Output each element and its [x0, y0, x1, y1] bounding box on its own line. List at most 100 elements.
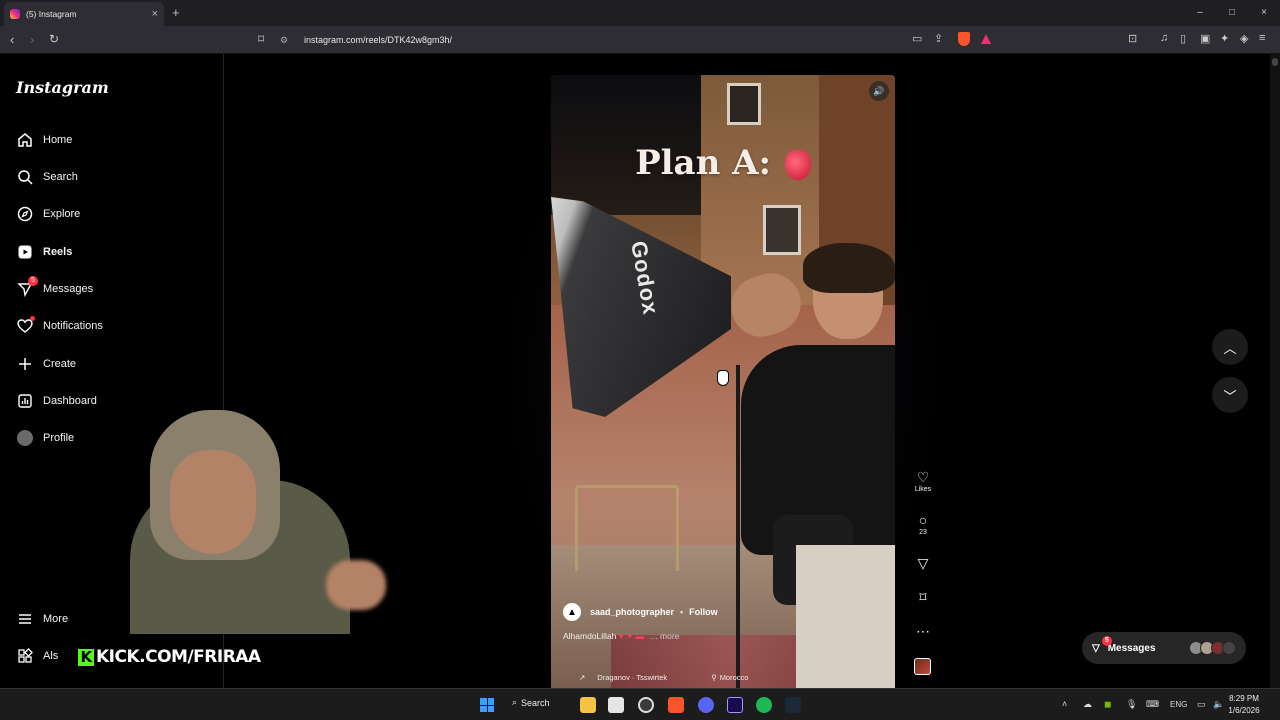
save-button[interactable]: ⌑ [908, 588, 938, 606]
sidebar-item-label: Als [43, 650, 59, 662]
tab-close-icon[interactable]: × [152, 8, 158, 20]
brave-shields-icon[interactable] [958, 32, 970, 46]
author-row: ▲ saad_photographer • Follow [563, 603, 883, 621]
sidebar-item-home[interactable]: Home [16, 128, 72, 152]
messages-badge: 5 [28, 276, 38, 286]
sidebar-item-also-from-meta[interactable]: Als [16, 644, 58, 668]
previous-reel-button[interactable]: ︿ [1212, 329, 1248, 365]
menu-icon[interactable]: ≡ [1259, 32, 1265, 44]
webcam-overlay [130, 410, 396, 634]
sidebar-item-label: Messages [43, 283, 94, 295]
author-avatar[interactable]: ▲ [563, 603, 581, 621]
chevron-down-icon: ﹀ [1223, 388, 1237, 404]
search-icon: ⌕ [512, 697, 518, 707]
messages-pill[interactable]: ▽ 5 Messages [1082, 632, 1246, 664]
back-icon[interactable]: ‹ [10, 32, 14, 47]
separator: • [680, 607, 684, 617]
location-label[interactable]: Morocco [720, 673, 749, 682]
minimize-button[interactable]: – [1184, 0, 1216, 26]
screenshot-icon[interactable]: ⊡ [1128, 32, 1137, 45]
instagram-favicon-icon [10, 9, 20, 19]
tab-title: (5) Instagram [26, 9, 77, 19]
page-scrollbar[interactable] [1270, 54, 1280, 688]
audio-thumbnail[interactable] [914, 658, 931, 675]
next-reel-button[interactable]: ﹀ [1212, 377, 1248, 413]
audio-arrow-icon: ↗ [579, 672, 586, 682]
share-icon[interactable]: ⇪ [934, 32, 943, 45]
sidebar-item-label: More [43, 613, 69, 625]
snipping-tool-icon[interactable] [608, 697, 624, 713]
home-icon [16, 131, 34, 149]
sidebar-item-label: Reels [43, 246, 73, 258]
url-text: instagram.com/reels/DTK42w8gm3h/ [304, 35, 453, 45]
messages-pill-label: Messages [1107, 642, 1156, 654]
sidebar-item-create[interactable]: Create [16, 352, 76, 376]
music-icon[interactable]: ♫ [1160, 32, 1168, 44]
more-options-button[interactable]: ⋯ [908, 622, 938, 640]
windows-start-icon[interactable] [480, 698, 494, 712]
discord-icon[interactable] [698, 697, 714, 713]
maximize-button[interactable]: □ [1216, 0, 1248, 26]
system-clock[interactable]: 8:29 PM 1/6/2026 [1226, 693, 1262, 717]
wallet-icon[interactable]: ▣ [1200, 32, 1210, 45]
new-tab-button[interactable]: + [172, 5, 180, 20]
follow-button[interactable]: Follow [689, 607, 718, 617]
premiere-pro-icon[interactable] [727, 697, 743, 713]
reload-icon[interactable]: ↻ [49, 32, 59, 46]
file-explorer-icon[interactable] [580, 697, 596, 713]
location-pin-icon: ⚲ [711, 672, 717, 682]
nvidia-icon[interactable]: ◼ [1104, 699, 1111, 710]
sidebar-icon[interactable]: ▯ [1180, 32, 1186, 45]
sidebar-item-reels[interactable]: Reels [16, 240, 72, 264]
leo-ai-icon[interactable]: ✦ [1220, 32, 1229, 45]
clock-date: 1/6/2026 [1228, 706, 1260, 715]
cast-icon[interactable]: ▭ [912, 32, 922, 45]
language-indicator[interactable]: ENG [1170, 700, 1187, 709]
bookmark-icon[interactable]: ⌑ [258, 32, 264, 46]
instagram-logo[interactable]: Instagram [16, 78, 109, 97]
microphone-icon[interactable]: 🎙 [1126, 699, 1137, 710]
site-info-icon[interactable]: ⚙ [280, 35, 294, 46]
sidebar-item-explore[interactable]: Explore [16, 202, 80, 226]
reel-overlay-text: Plan A: [551, 143, 895, 183]
spotify-icon[interactable] [756, 697, 772, 713]
taskbar-search-label: Search [521, 697, 550, 708]
steam-icon[interactable] [785, 697, 801, 713]
onedrive-icon[interactable]: ☁ [1083, 699, 1092, 710]
browser-tab-instagram[interactable]: (5) Instagram × [4, 2, 164, 26]
keyboard-icon[interactable]: ⌨ [1146, 699, 1159, 710]
taskbar-search[interactable]: ⌕ Search [512, 697, 550, 708]
dashboard-icon [16, 392, 34, 410]
sidebar-item-more[interactable]: More [16, 607, 68, 631]
vpn-icon[interactable]: ◈ [1240, 32, 1248, 45]
audio-track[interactable]: Draganov · Tsswirtek [597, 673, 667, 682]
sidebar-item-notifications[interactable]: Notifications [16, 314, 103, 338]
url-field[interactable]: ⚙ instagram.com/reels/DTK42w8gm3h/ [280, 30, 1000, 50]
sidebar-item-messages[interactable]: 5 Messages [16, 276, 94, 301]
share-button[interactable]: ▽ [908, 554, 938, 572]
like-button[interactable]: ♡ Likes [908, 468, 938, 493]
obs-icon[interactable] [638, 697, 654, 713]
webcam-face [170, 450, 256, 554]
comment-button[interactable]: ○ 23 [908, 511, 938, 536]
sidebar-item-search[interactable]: Search [16, 165, 78, 189]
close-window-button[interactable]: × [1248, 0, 1280, 26]
grid-icon [16, 647, 34, 665]
ellipsis-icon: ⋯ [916, 623, 930, 639]
brave-browser-icon[interactable] [668, 697, 684, 713]
volume-icon[interactable]: 🔈 [1213, 699, 1224, 710]
hamburger-icon [16, 610, 34, 628]
tray-chevron-icon[interactable]: ˄ [1062, 699, 1067, 709]
volume-icon[interactable]: 🔊 [869, 81, 889, 101]
author-username[interactable]: saad_photographer [590, 607, 674, 617]
forward-icon[interactable]: › [30, 32, 34, 47]
sidebar-item-dashboard[interactable]: Dashboard [16, 389, 97, 413]
avatar [1222, 641, 1236, 655]
chevron-up-icon: ︿ [1223, 340, 1237, 356]
sidebar-item-profile[interactable]: Profile [16, 426, 74, 450]
network-icon[interactable]: ▭ [1197, 699, 1206, 710]
brave-rewards-icon[interactable] [981, 34, 991, 44]
caption-more-button[interactable]: ... more [651, 631, 680, 641]
reels-icon [16, 243, 34, 261]
sidebar-item-label: Explore [43, 208, 81, 220]
